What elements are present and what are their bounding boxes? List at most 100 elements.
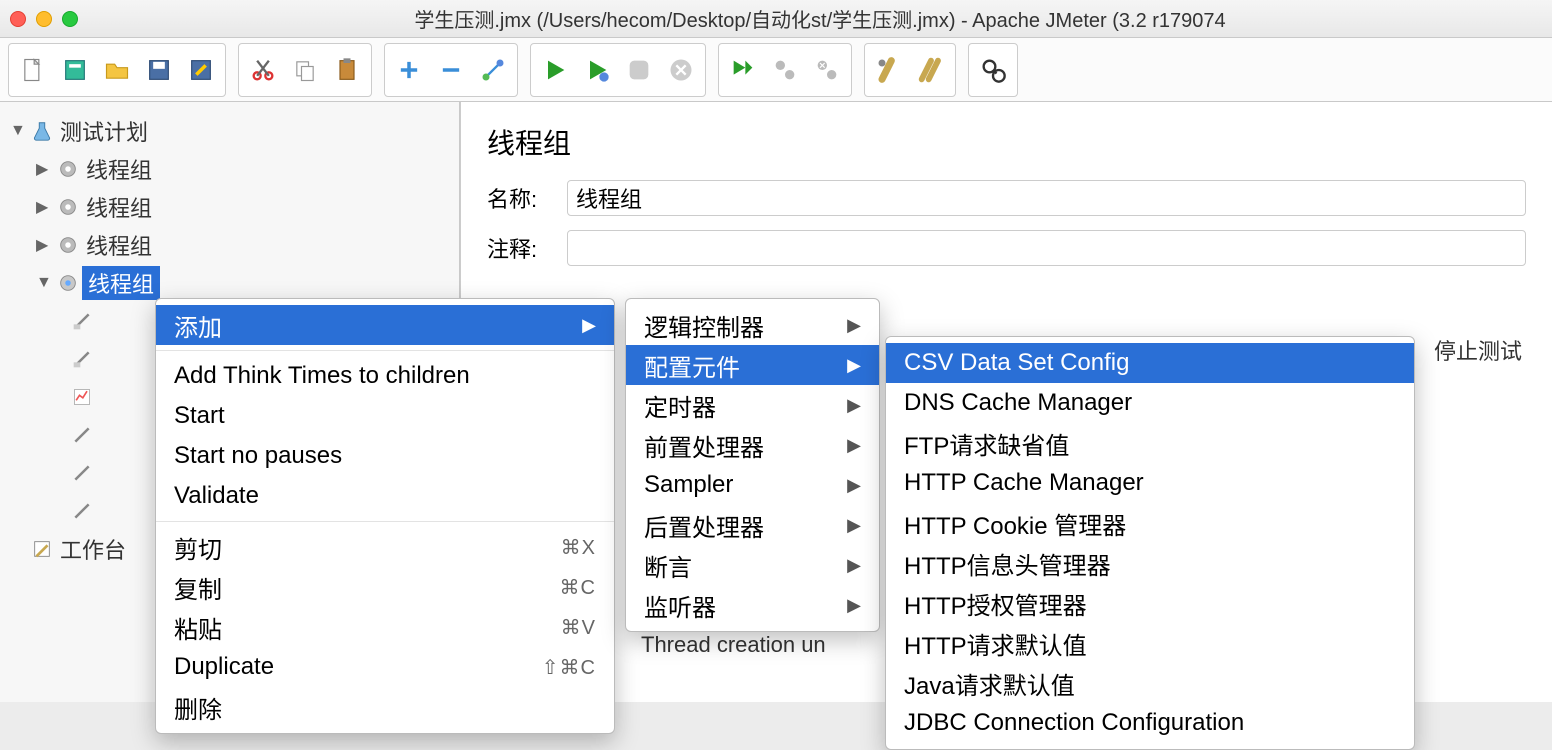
submenu-arrow-icon: ▶	[847, 355, 861, 376]
menu-label: 断言	[644, 548, 692, 583]
tree-root-test-plan[interactable]: ▼ 测试计划	[0, 112, 459, 150]
menu-validate[interactable]: Validate	[156, 476, 614, 516]
menu-label: 后置处理器	[644, 508, 764, 543]
submenu-add[interactable]: 逻辑控制器▶ 配置元件▶ 定时器▶ 前置处理器▶ Sampler▶ 后置处理器▶…	[625, 298, 880, 632]
menu-paste[interactable]: 粘贴⌘V	[156, 607, 614, 647]
tree-label: 测试计划	[56, 114, 152, 148]
config-csv-data-set[interactable]: CSV Data Set Config	[886, 343, 1414, 383]
menu-label: 剪切	[174, 530, 222, 565]
sampler-icon	[68, 501, 96, 521]
submenu-assertion[interactable]: 断言▶	[626, 545, 879, 585]
shortcut-label: ⌘X	[561, 535, 596, 560]
tree-label: 工作台	[56, 532, 130, 566]
submenu-logic-controller[interactable]: 逻辑控制器 ▶	[626, 305, 879, 345]
menu-label: 复制	[174, 570, 222, 605]
cut-button[interactable]	[242, 47, 284, 93]
submenu-post-processor[interactable]: 后置处理器▶	[626, 505, 879, 545]
menu-add-think-times[interactable]: Add Think Times to children	[156, 356, 614, 396]
search-button[interactable]	[972, 47, 1014, 93]
gear-icon	[54, 234, 82, 256]
config-jdbc-connection[interactable]: JDBC Connection Configuration	[886, 703, 1414, 743]
config-http-auth[interactable]: HTTP授权管理器	[886, 583, 1414, 623]
submenu-config-elements[interactable]: CSV Data Set Config DNS Cache Manager FT…	[885, 336, 1415, 750]
name-input[interactable]	[567, 180, 1526, 216]
menu-label: Add Think Times to children	[174, 362, 470, 390]
remote-shutdown-button[interactable]	[806, 47, 848, 93]
menu-add[interactable]: 添加 ▶	[156, 305, 614, 345]
shortcut-label: ⇧⌘C	[542, 655, 596, 680]
comment-input[interactable]	[567, 230, 1526, 266]
config-http-defaults[interactable]: HTTP请求默认值	[886, 623, 1414, 663]
collapse-button[interactable]	[430, 47, 472, 93]
gear-icon	[54, 196, 82, 218]
config-java-defaults[interactable]: Java请求默认值	[886, 663, 1414, 703]
menu-label: 逻辑控制器	[644, 308, 764, 343]
menu-label: Start no pauses	[174, 442, 342, 470]
save-as-button[interactable]	[180, 47, 222, 93]
menu-duplicate[interactable]: Duplicate ⇧⌘C	[156, 647, 614, 687]
templates-button[interactable]	[54, 47, 96, 93]
tree-thread-group-1[interactable]: ▶ 线程组	[0, 150, 459, 188]
config-http-header[interactable]: HTTP信息头管理器	[886, 543, 1414, 583]
menu-label: 删除	[174, 690, 222, 725]
menu-copy[interactable]: 复制 ⌘C	[156, 567, 614, 607]
toggle-button[interactable]	[472, 47, 514, 93]
submenu-timer[interactable]: 定时器 ▶	[626, 385, 879, 425]
sampler-icon	[68, 425, 96, 445]
clear-all-button[interactable]	[910, 47, 952, 93]
copy-button[interactable]	[284, 47, 326, 93]
tree-label: 线程组	[82, 228, 156, 262]
submenu-arrow-icon: ▶	[847, 315, 861, 336]
menu-label: HTTP Cookie 管理器	[904, 506, 1126, 541]
submenu-sampler[interactable]: Sampler▶	[626, 465, 879, 505]
toolbar	[0, 38, 1552, 102]
shutdown-button[interactable]	[660, 47, 702, 93]
menu-label: Start	[174, 402, 225, 430]
close-window-button[interactable]	[10, 11, 26, 27]
context-menu[interactable]: 添加 ▶ Add Think Times to children Start S…	[155, 298, 615, 734]
submenu-pre-processor[interactable]: 前置处理器▶	[626, 425, 879, 465]
start-no-pauses-button[interactable]	[576, 47, 618, 93]
shortcut-label: ⌘C	[560, 575, 596, 600]
tree-label: 线程组	[82, 152, 156, 186]
new-file-button[interactable]	[12, 47, 54, 93]
paste-button[interactable]	[326, 47, 368, 93]
menu-label: Duplicate	[174, 653, 274, 681]
menu-cut[interactable]: 剪切 ⌘X	[156, 527, 614, 567]
remote-start-button[interactable]	[722, 47, 764, 93]
menu-label: 定时器	[644, 388, 716, 423]
menu-delete[interactable]: 删除	[156, 687, 614, 727]
menu-start[interactable]: Start	[156, 396, 614, 436]
stop-button[interactable]	[618, 47, 660, 93]
config-dns-cache[interactable]: DNS Cache Manager	[886, 383, 1414, 423]
open-button[interactable]	[96, 47, 138, 93]
config-http-cache[interactable]: HTTP Cache Manager	[886, 463, 1414, 503]
submenu-listener[interactable]: 监听器▶	[626, 585, 879, 625]
menu-label: Sampler	[644, 471, 733, 499]
tree-thread-group-3[interactable]: ▶ 线程组	[0, 226, 459, 264]
start-button[interactable]	[534, 47, 576, 93]
menu-label: 粘贴	[174, 610, 222, 645]
menu-label: 添加	[174, 308, 222, 343]
config-http-cookie[interactable]: HTTP Cookie 管理器	[886, 503, 1414, 543]
tree-thread-group-2[interactable]: ▶ 线程组	[0, 188, 459, 226]
window-traffic-lights	[10, 11, 78, 27]
expand-button[interactable]	[388, 47, 430, 93]
gear-icon	[54, 158, 82, 180]
gear-icon	[54, 272, 82, 294]
remote-stop-button[interactable]	[764, 47, 806, 93]
menu-label: HTTP授权管理器	[904, 586, 1087, 621]
minimize-window-button[interactable]	[36, 11, 52, 27]
config-ftp-defaults[interactable]: FTP请求缺省值	[886, 423, 1414, 463]
menu-start-no-pauses[interactable]: Start no pauses	[156, 436, 614, 476]
tree-thread-group-4-selected[interactable]: ▼ 线程组	[0, 264, 459, 302]
clear-button[interactable]	[868, 47, 910, 93]
beaker-icon	[28, 120, 56, 142]
menu-separator	[156, 521, 614, 522]
submenu-config-element[interactable]: 配置元件▶	[626, 345, 879, 385]
save-button[interactable]	[138, 47, 180, 93]
maximize-window-button[interactable]	[62, 11, 78, 27]
submenu-arrow-icon: ▶	[847, 395, 861, 416]
tree-label: 线程组	[82, 266, 160, 300]
menu-label: JDBC Connection Configuration	[904, 709, 1244, 737]
